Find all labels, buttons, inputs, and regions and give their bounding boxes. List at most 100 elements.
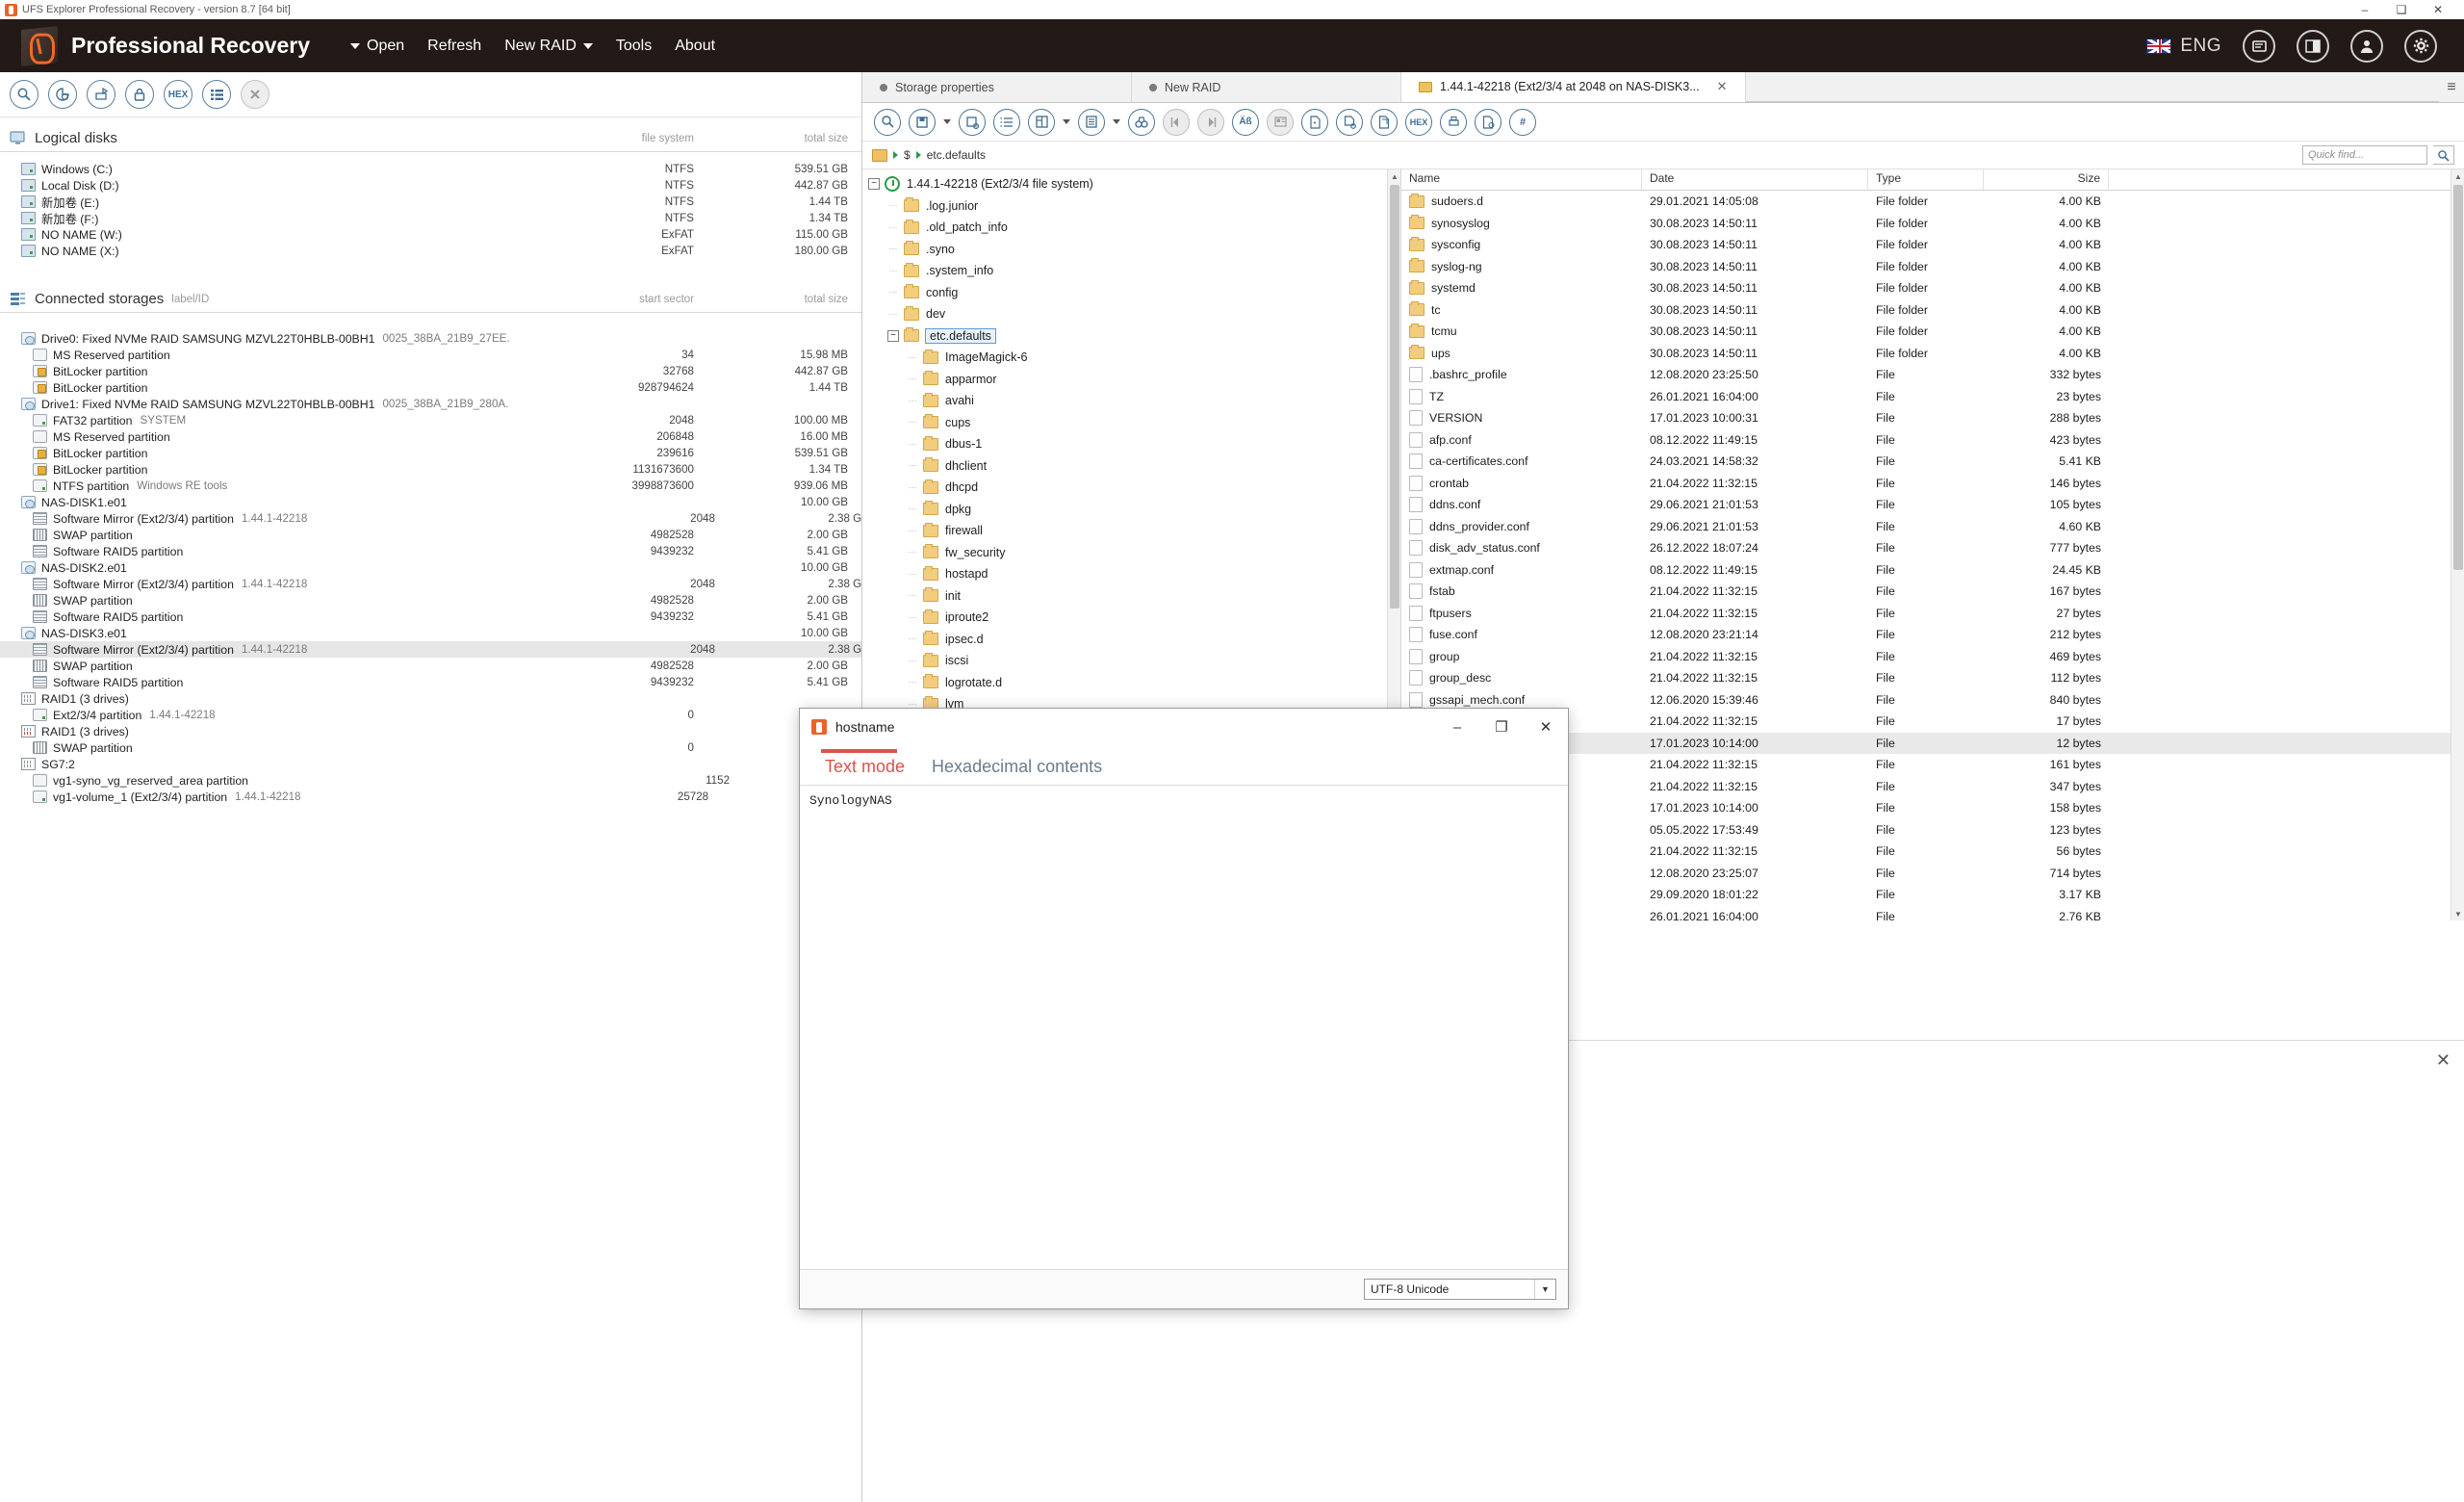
table-row[interactable]: VERSION 17.01.2023 10:00:31 File 288 bytes xyxy=(1401,407,2464,429)
hex-icon[interactable]: HEX xyxy=(164,80,192,109)
partition-row[interactable]: BitLocker partition 1131673600 1.34 TB xyxy=(0,461,861,478)
tree-node--syno[interactable]: ⋯ .syno xyxy=(862,239,1400,261)
partition-row[interactable]: SWAP partition 4982528 2.00 GB xyxy=(0,527,861,543)
view-mode-icon[interactable] xyxy=(1078,108,1105,136)
table-row[interactable]: syslog-ng 30.08.2023 14:50:11 File folder 4… xyxy=(1401,256,2464,278)
chevron-down-icon[interactable] xyxy=(943,119,951,124)
tree-node-dpkg[interactable]: ⋯ dpkg xyxy=(862,499,1400,521)
close-icon[interactable]: ✕ xyxy=(1717,79,1728,94)
column-header-size[interactable]: Size xyxy=(1984,169,2109,190)
expand-toggle[interactable]: ⋯ xyxy=(907,460,918,472)
tab-new-raid[interactable]: New RAID xyxy=(1132,72,1401,102)
scroll-up-arrow[interactable]: ▲ xyxy=(1388,169,1400,183)
column-header-name[interactable]: Name xyxy=(1401,169,1642,190)
panel-toggle-icon[interactable] xyxy=(2297,29,2329,63)
tree-node-etc-defaults[interactable]: − etc.defaults xyxy=(862,325,1400,348)
column-header-date[interactable]: Date xyxy=(1642,169,1868,190)
partition-row[interactable]: SWAP partition 4982528 2.00 GB xyxy=(0,658,861,674)
menu-item-tools[interactable]: Tools xyxy=(604,34,663,59)
numbering-icon[interactable]: # xyxy=(1509,108,1536,136)
table-row[interactable]: systemd 30.08.2023 14:50:11 File folder 4.0… xyxy=(1401,277,2464,299)
column-header-type[interactable]: Type xyxy=(1868,169,1984,190)
expand-toggle[interactable]: ⋯ xyxy=(907,481,918,493)
menu-item-new-raid[interactable]: New RAID xyxy=(493,34,604,59)
navigate-forward-icon[interactable] xyxy=(1197,108,1224,136)
expand-toggle[interactable]: ⋯ xyxy=(907,417,918,428)
close-icon[interactable] xyxy=(241,80,270,109)
expand-toggle[interactable]: ⋯ xyxy=(887,265,899,276)
timestamp-icon[interactable] xyxy=(1475,108,1502,136)
tree-node-hostapd[interactable]: ⋯ hostapd xyxy=(862,563,1400,585)
file-options-icon[interactable] xyxy=(1336,108,1363,136)
list-icon[interactable] xyxy=(202,80,231,109)
storage-drive-row[interactable]: NAS-DISK1.e01 10.00 GB xyxy=(0,494,861,510)
tree-node-ipsec-d[interactable]: ⋯ ipsec.d xyxy=(862,629,1400,651)
tree-node-iproute2[interactable]: ⋯ iproute2 xyxy=(862,607,1400,629)
close-button[interactable]: ✕ xyxy=(2420,0,2456,19)
expand-toggle[interactable]: ⋯ xyxy=(907,438,918,450)
partition-row[interactable]: BitLocker partition 928794624 1.44 TB xyxy=(0,379,861,396)
table-row[interactable]: ddns_provider.conf 29.06.2021 21:01:53 Fil… xyxy=(1401,516,2464,538)
table-row[interactable]: tcmu 30.08.2023 14:50:11 File folder 4.00 K… xyxy=(1401,321,2464,343)
menu-item-open[interactable]: Open xyxy=(339,34,416,59)
table-row[interactable]: group_desc 21.04.2022 11:32:15 File 112 byt… xyxy=(1401,667,2464,689)
list-item[interactable]: NO NAME (W:) ExFAT 115.00 GB xyxy=(0,226,861,243)
partition-row[interactable]: BitLocker partition 32768 442.87 GB xyxy=(0,363,861,379)
encoding-select[interactable]: UTF-8 Unicode ▼ xyxy=(1364,1279,1556,1300)
expand-toggle[interactable]: ⋯ xyxy=(887,287,899,298)
tree-node-fw-security[interactable]: ⋯ fw_security xyxy=(862,542,1400,564)
expand-toggle[interactable]: ⋯ xyxy=(907,590,918,602)
table-row[interactable]: sysconfig 30.08.2023 14:50:11 File folder 4… xyxy=(1401,234,2464,256)
checklist-icon[interactable] xyxy=(993,108,1020,136)
partition-row[interactable]: Software RAID5 partition 9439232 5.41 GB xyxy=(0,609,861,625)
chevron-down-icon[interactable] xyxy=(1063,119,1070,124)
table-row[interactable]: disk_adv_status.conf 26.12.2022 18:07:24 F… xyxy=(1401,537,2464,559)
search-input[interactable]: Quick find... xyxy=(2302,145,2427,165)
minimize-button[interactable]: – xyxy=(2347,0,2383,19)
tree-node-iscsi[interactable]: ⋯ iscsi xyxy=(862,650,1400,672)
partition-row[interactable]: BitLocker partition 239616 539.51 GB xyxy=(0,445,861,461)
expand-toggle[interactable]: ⋯ xyxy=(907,568,918,580)
tab-storage-properties[interactable]: Storage properties xyxy=(862,72,1132,102)
storage-drive-row[interactable]: NAS-DISK2.e01 10.00 GB xyxy=(0,559,861,576)
tab-hexadecimal-contents[interactable]: Hexadecimal contents xyxy=(918,757,1116,785)
chevron-down-icon[interactable] xyxy=(1113,119,1120,124)
binoculars-search-icon[interactable] xyxy=(1128,108,1155,136)
table-row[interactable]: ups 30.08.2023 14:50:11 File folder 4.00 KB xyxy=(1401,343,2464,365)
partition-row[interactable]: Software RAID5 partition 9439232 5.41 GB xyxy=(0,543,861,559)
expand-toggle[interactable]: ⋯ xyxy=(907,351,918,363)
lock-icon[interactable] xyxy=(125,80,154,109)
tree-node-dbus-1[interactable]: ⋯ dbus-1 xyxy=(862,433,1400,455)
raid-row[interactable]: RAID1 (3 drives) xyxy=(0,723,861,739)
raid-row[interactable]: SG7:2 xyxy=(0,756,861,772)
hex-icon[interactable]: HEX xyxy=(1405,108,1432,136)
partition-row[interactable]: MS Reserved partition 206848 16.00 MB xyxy=(0,428,861,445)
tree-node-init[interactable]: ⋯ init xyxy=(862,585,1400,608)
partition-row[interactable]: Software RAID5 partition 9439232 5.41 GB xyxy=(0,674,861,690)
partition-row[interactable]: SWAP partition 0 xyxy=(0,739,861,756)
tree-root[interactable]: − 1.44.1-42218 (Ext2/3/4 file system) xyxy=(862,173,1400,195)
tab-filesystem-explorer[interactable]: 1.44.1-42218 (Ext2/3/4 at 2048 on NAS-DI… xyxy=(1401,72,1746,102)
partition-row[interactable]: SWAP partition 4982528 2.00 GB xyxy=(0,592,861,609)
list-item[interactable]: Local Disk (D:) NTFS 442.87 GB xyxy=(0,177,861,194)
storage-drive-row[interactable]: NAS-DISK3.e01 10.00 GB xyxy=(0,625,861,641)
table-row[interactable]: extmap.conf 08.12.2022 11:49:15 File 24.45 … xyxy=(1401,559,2464,582)
partition-row[interactable]: vg1-syno_vg_reserved_area partition 1152 xyxy=(0,772,861,789)
tree-node--old-patch-info[interactable]: ⋯ .old_patch_info xyxy=(862,217,1400,239)
breadcrumb-segment-root[interactable]: $ xyxy=(904,148,911,162)
tree-node-cups[interactable]: ⋯ cups xyxy=(862,412,1400,434)
table-row[interactable]: TZ 26.01.2021 16:04:00 File 23 bytes xyxy=(1401,386,2464,408)
list-item[interactable]: 新加卷 (E:) NTFS 1.44 TB xyxy=(0,194,861,210)
file-list-scrollbar[interactable]: ▲ ▼ xyxy=(2451,169,2464,920)
close-icon[interactable]: ✕ xyxy=(2436,1050,2451,1071)
language-selector[interactable]: ENG xyxy=(2146,36,2221,57)
table-row[interactable]: ftpusers 21.04.2022 11:32:15 File 27 bytes xyxy=(1401,603,2464,625)
expand-toggle[interactable]: ⋯ xyxy=(907,547,918,558)
table-row[interactable]: crontab 21.04.2022 11:32:15 File 146 bytes xyxy=(1401,473,2464,495)
list-item[interactable]: Windows (C:) NTFS 539.51 GB xyxy=(0,161,861,177)
tab-text-mode[interactable]: Text mode xyxy=(811,749,918,785)
storage-drive-row[interactable]: Drive0: Fixed NVMe RAID SAMSUNG MZVL22T0… xyxy=(0,330,861,347)
scroll-up-arrow[interactable]: ▲ xyxy=(2451,169,2464,183)
print-icon[interactable] xyxy=(1440,108,1467,136)
tree-node-apparmor[interactable]: ⋯ apparmor xyxy=(862,369,1400,391)
